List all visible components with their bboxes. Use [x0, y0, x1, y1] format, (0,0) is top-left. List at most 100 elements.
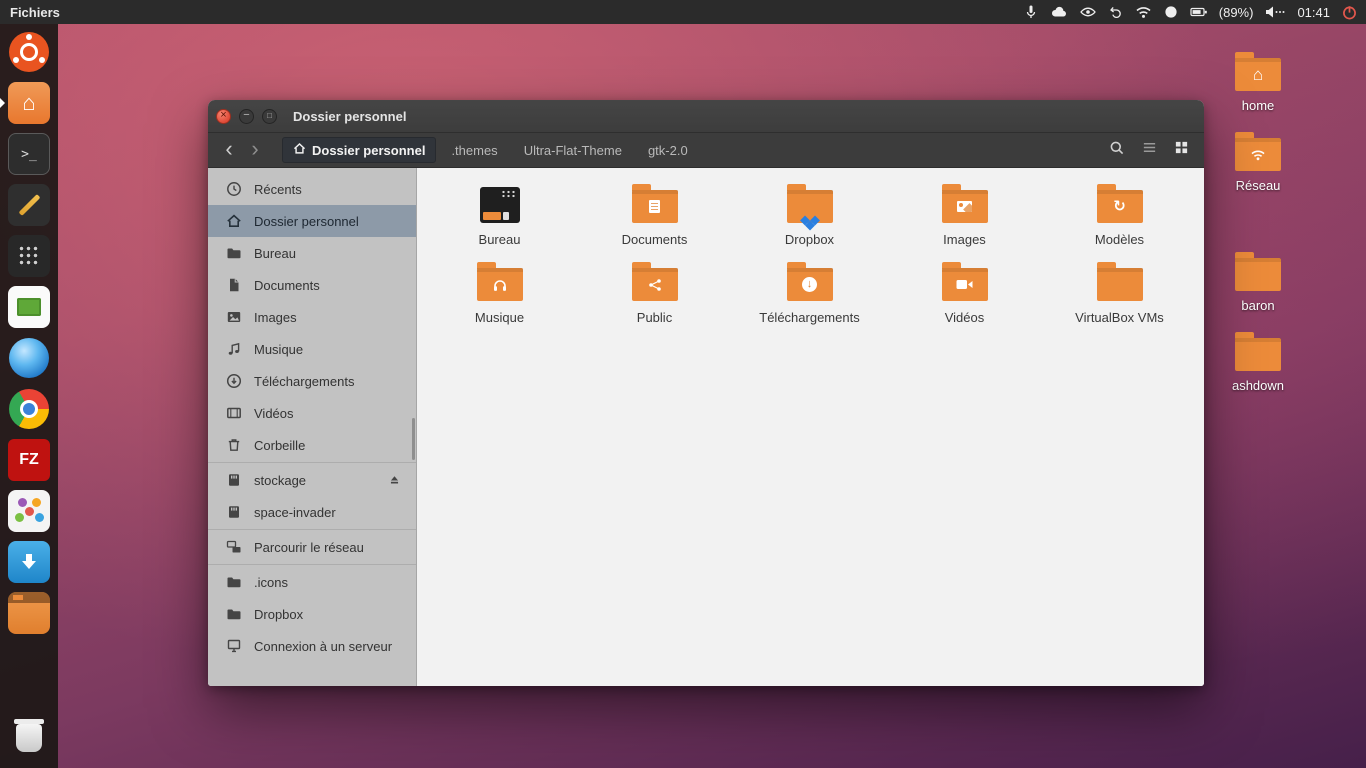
- sidebar-item-musique[interactable]: Musique: [208, 333, 416, 365]
- breadcrumb-themes[interactable]: .themes: [440, 138, 508, 163]
- sidebar-item-videos[interactable]: Vidéos: [208, 397, 416, 429]
- network-icon: [226, 539, 242, 555]
- terminal-icon: [8, 133, 50, 175]
- launcher-photos[interactable]: [7, 489, 51, 533]
- microphone-icon[interactable]: [1023, 4, 1039, 20]
- desktop-icon-ashdown[interactable]: ashdown: [1223, 330, 1293, 393]
- battery-icon[interactable]: [1190, 4, 1208, 20]
- launcher-ubuntu-dash[interactable]: [7, 30, 51, 74]
- file-view[interactable]: Bureau Documents Dropbox Images: [417, 168, 1204, 686]
- file-label: Images: [943, 232, 986, 247]
- file-item-bureau[interactable]: Bureau: [422, 182, 577, 260]
- ubuntu-logo-icon: [9, 32, 49, 72]
- volume-icon[interactable]: [1264, 4, 1286, 20]
- close-button[interactable]: [216, 109, 231, 124]
- eject-button[interactable]: [386, 472, 402, 488]
- file-label: Public: [637, 310, 672, 325]
- battery-percentage[interactable]: (89%): [1219, 5, 1254, 20]
- breadcrumb-gtk-2-0[interactable]: gtk-2.0: [637, 138, 699, 163]
- sidebar-item-dropbox[interactable]: Dropbox: [208, 598, 416, 630]
- launcher-downloader[interactable]: [7, 540, 51, 584]
- desktop-icon-label: ashdown: [1232, 378, 1284, 393]
- documents-folder-icon: [632, 190, 678, 223]
- sidebar-item-space-invader[interactable]: space-invader: [208, 496, 416, 528]
- sidebar-scrollbar[interactable]: [412, 418, 415, 460]
- indicator-circle-icon[interactable]: [1163, 4, 1179, 20]
- file-item-telechargements[interactable]: Téléchargements: [732, 260, 887, 338]
- list-view-icon[interactable]: [1142, 140, 1157, 160]
- download-app-icon: [8, 541, 50, 583]
- sidebar-item-label: .icons: [254, 575, 288, 590]
- sidebar-item-corbeille[interactable]: Corbeille: [208, 429, 416, 461]
- launcher-trash[interactable]: [7, 716, 51, 760]
- sidebar-item-label: Musique: [254, 342, 303, 357]
- launcher-web-browser[interactable]: [7, 336, 51, 380]
- back-button[interactable]: [216, 137, 242, 163]
- sidebar-item-icons-folder[interactable]: .icons: [208, 566, 416, 598]
- launcher-chrome[interactable]: [7, 387, 51, 431]
- home-icon: [226, 213, 242, 229]
- maximize-button[interactable]: [262, 109, 277, 124]
- sidebar-item-stockage[interactable]: stockage: [208, 464, 416, 496]
- sidebar-item-parcourir-le-reseau[interactable]: Parcourir le réseau: [208, 531, 416, 563]
- window-title: Dossier personnel: [293, 109, 406, 124]
- calculator-icon: [8, 235, 50, 277]
- sidebar-item-label: Dossier personnel: [254, 214, 359, 229]
- file-manager-window: Dossier personnel Dossier personnel .the…: [208, 100, 1204, 686]
- unity-launcher: [0, 24, 58, 768]
- cloud-icon[interactable]: [1050, 4, 1068, 20]
- file-item-virtualbox-vms[interactable]: VirtualBox VMs: [1042, 260, 1197, 338]
- desktop-icon-baron[interactable]: baron: [1223, 250, 1293, 313]
- folder-icon: [1235, 258, 1281, 291]
- launcher-terminal[interactable]: [7, 132, 51, 176]
- sidebar-item-bureau[interactable]: Bureau: [208, 237, 416, 269]
- chrome-icon: [9, 389, 49, 429]
- sidebar-item-recents[interactable]: Récents: [208, 173, 416, 205]
- desktop-folder-icon: [480, 187, 520, 223]
- launcher-text-editor[interactable]: [7, 183, 51, 227]
- server-icon: [226, 638, 242, 654]
- window-titlebar[interactable]: Dossier personnel: [208, 100, 1204, 133]
- grid-view-icon[interactable]: [1174, 140, 1189, 160]
- sidebar-item-images[interactable]: Images: [208, 301, 416, 333]
- launcher-libreoffice-calc[interactable]: [7, 285, 51, 329]
- clock[interactable]: 01:41: [1297, 5, 1330, 20]
- history-icon[interactable]: [1108, 4, 1124, 20]
- window-toolbar: Dossier personnel .themes Ultra-Flat-The…: [208, 133, 1204, 168]
- breadcrumb-label: .themes: [451, 143, 497, 158]
- desktop-icon-reseau[interactable]: Réseau: [1223, 130, 1293, 193]
- launcher-filezilla[interactable]: [7, 438, 51, 482]
- eye-icon[interactable]: [1079, 4, 1097, 20]
- launcher-calculator[interactable]: [7, 234, 51, 278]
- file-item-modeles[interactable]: Modèles: [1042, 182, 1197, 260]
- file-item-public[interactable]: Public: [577, 260, 732, 338]
- file-item-dropbox[interactable]: Dropbox: [732, 182, 887, 260]
- file-item-documents[interactable]: Documents: [577, 182, 732, 260]
- folder-icon: [1097, 268, 1143, 301]
- app-menu-title[interactable]: Fichiers: [10, 5, 60, 20]
- templates-folder-icon: [1097, 190, 1143, 223]
- filezilla-icon: [8, 439, 50, 481]
- sidebar-item-dossier-personnel[interactable]: Dossier personnel: [208, 205, 416, 237]
- file-item-videos[interactable]: Vidéos: [887, 260, 1042, 338]
- launcher-orange-app[interactable]: [7, 591, 51, 635]
- launcher-files[interactable]: [7, 81, 51, 125]
- breadcrumb-label: Dossier personnel: [312, 143, 425, 158]
- sidebar-item-connexion-serveur[interactable]: Connexion à un serveur: [208, 630, 416, 662]
- file-item-images[interactable]: Images: [887, 182, 1042, 260]
- sidebar-item-documents[interactable]: Documents: [208, 269, 416, 301]
- file-item-musique[interactable]: Musique: [422, 260, 577, 338]
- dropbox-folder-icon: [787, 190, 833, 223]
- places-sidebar: Récents Dossier personnel Bureau Documen…: [208, 168, 417, 686]
- file-label: VirtualBox VMs: [1075, 310, 1164, 325]
- minimize-button[interactable]: [239, 109, 254, 124]
- forward-button[interactable]: [242, 137, 268, 163]
- breadcrumb-ultra-flat-theme[interactable]: Ultra-Flat-Theme: [513, 138, 633, 163]
- sidebar-item-telechargements[interactable]: Téléchargements: [208, 365, 416, 397]
- search-icon[interactable]: [1109, 140, 1125, 161]
- sidebar-item-label: Dropbox: [254, 607, 303, 622]
- power-icon[interactable]: [1341, 4, 1358, 21]
- breadcrumb-home[interactable]: Dossier personnel: [282, 137, 436, 163]
- wifi-icon[interactable]: [1135, 5, 1152, 19]
- desktop-icon-home[interactable]: home: [1223, 50, 1293, 113]
